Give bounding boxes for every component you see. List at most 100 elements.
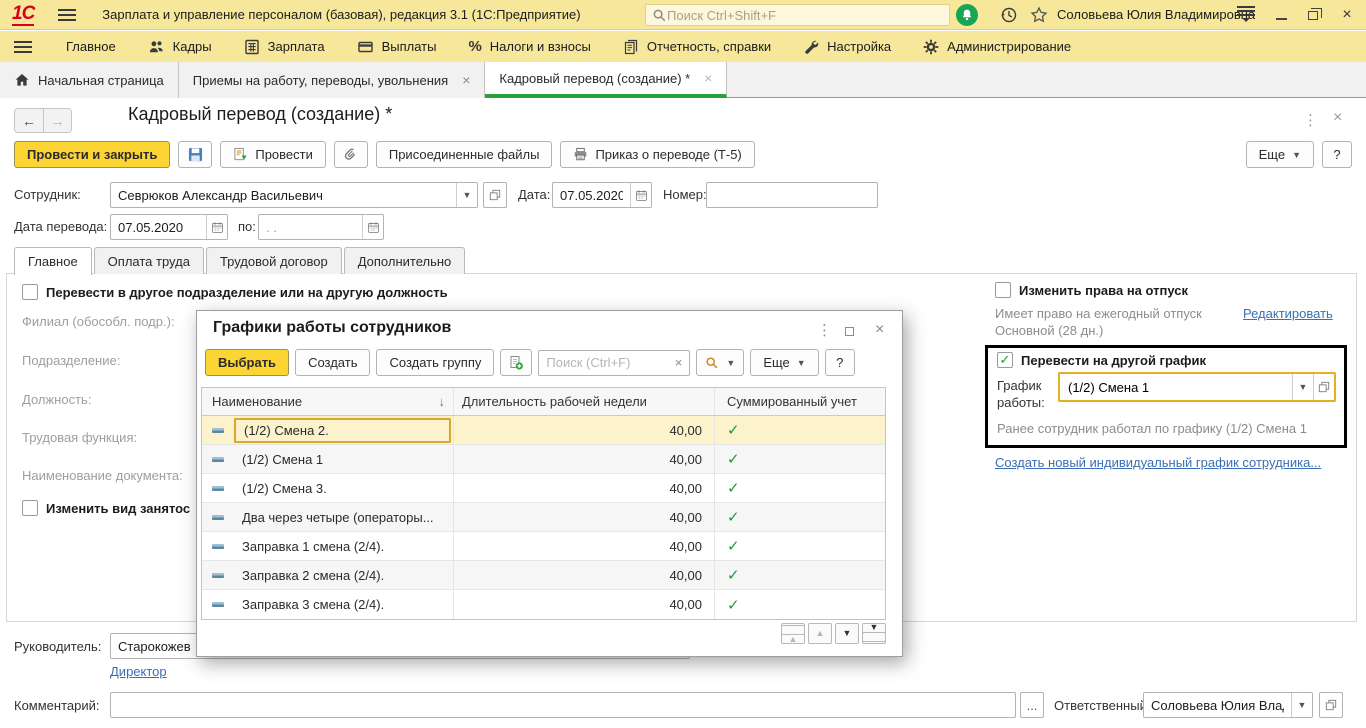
main-menu-icon[interactable] [58,9,76,21]
copy-item-button[interactable] [500,349,532,376]
form-more-dots-icon[interactable]: ⋮ [1303,111,1318,129]
comment-more-button[interactable]: ... [1020,692,1044,718]
transfer-calendar-icon[interactable] [206,215,227,239]
attach-button[interactable] [334,141,368,168]
notifications-icon[interactable] [956,4,978,26]
dialog-close-icon[interactable]: × [875,321,884,339]
table-row[interactable]: Заправка 1 смена (2/4). 40,00 ✓ [202,532,885,561]
to-date-input[interactable] [259,215,362,239]
search-options-button[interactable]: ▼ [696,349,744,376]
global-search-input[interactable] [667,8,943,23]
responsible-label: Ответственный: [1054,698,1150,713]
close-tab-icon[interactable]: × [462,72,470,88]
vacation-rights-checkbox[interactable] [995,282,1011,298]
menu-kadry[interactable]: Кадры [132,31,228,62]
tab-priemy-perevody[interactable]: Приемы на работу, переводы, увольнения × [179,62,486,98]
menu-nalogi[interactable]: % Налоги и взносы [452,31,606,62]
create-individual-schedule-link[interactable]: Создать новый индивидуальный график сотр… [995,455,1321,470]
column-name[interactable]: Наименование↓ [202,388,454,415]
transfer-order-button[interactable]: Приказ о переводе (Т-5) [560,141,754,168]
form-close-icon[interactable]: × [1333,109,1342,127]
cell-name: Заправка 1 смена (2/4). [234,534,451,559]
dialog-more-dots-icon[interactable]: ⋮ [817,321,832,339]
comment-input[interactable] [111,693,1015,717]
cell-week: 40,00 [454,503,715,531]
responsible-open-icon[interactable] [1319,692,1343,718]
go-up-button[interactable]: ▲ [808,623,832,644]
employee-input[interactable] [111,183,456,207]
work-schedule-open-icon[interactable] [1313,374,1334,400]
go-first-button[interactable]: ▲ [781,623,805,644]
select-button[interactable]: Выбрать [205,349,289,376]
number-input[interactable] [707,183,877,207]
favorites-star-icon[interactable] [1027,3,1051,27]
to-calendar-icon[interactable] [362,215,383,239]
menu-label: Выплаты [382,39,437,54]
post-button[interactable]: Провести [220,141,326,168]
go-down-button[interactable]: ▼ [835,623,859,644]
clear-search-icon[interactable]: × [672,355,686,370]
menu-otchetnost[interactable]: Отчетность, справки [607,31,787,62]
tab-kadrovyi-perevod[interactable]: Кадровый перевод (создание) * × [485,62,727,98]
manager-position-link[interactable]: Директор [110,664,167,679]
table-row[interactable]: (1/2) Смена 3. 40,00 ✓ [202,474,885,503]
page-tab-oplata-truda[interactable]: Оплата труда [94,247,204,274]
responsible-dropdown-icon[interactable]: ▼ [1291,693,1312,717]
tab-home[interactable]: Начальная страница [0,62,179,98]
dialog-more-button[interactable]: Еще▼ [750,349,818,376]
table-row[interactable]: Заправка 2 смена (2/4). 40,00 ✓ [202,561,885,590]
service-menu-icon[interactable] [1237,6,1255,22]
menu-label: Главное [66,39,116,54]
page-tab-trudovoy-dogovor[interactable]: Трудовой договор [206,247,342,274]
close-app-button[interactable]: × [1334,0,1360,30]
table-row[interactable]: Заправка 3 смена (2/4). 40,00 ✓ [202,590,885,619]
current-user[interactable]: Соловьева Юлия Владимировна [1057,7,1255,22]
date-input[interactable] [553,183,630,207]
table-row[interactable]: (1/2) Смена 2. 40,00 ✓ [202,416,885,445]
go-last-button[interactable]: ▼ [862,623,886,644]
employee-open-icon[interactable] [483,182,507,208]
column-summarized[interactable]: Суммированный учет [715,388,885,415]
work-schedule-dropdown-icon[interactable]: ▼ [1292,374,1313,400]
form-more-button[interactable]: Еще▼ [1246,141,1314,168]
menu-vyplaty[interactable]: Выплаты [341,31,453,62]
history-icon[interactable] [997,3,1021,27]
dialog-maximize-icon[interactable] [845,324,854,339]
department-label: Подразделение: [22,353,120,368]
create-group-button[interactable]: Создать группу [376,349,494,376]
column-week-length[interactable]: Длительность рабочей недели [454,388,715,415]
global-search[interactable] [645,4,950,26]
menu-glavnoe[interactable]: Главное [50,31,132,62]
dialog-help-button[interactable]: ? [825,349,855,376]
date-calendar-icon[interactable] [630,183,651,207]
minimize-button[interactable] [1268,0,1294,30]
dialog-toolbar: Выбрать Создать Создать группу × ▼ Еще▼ … [205,349,897,376]
checkmark-icon: ✓ [727,479,740,497]
table-row[interactable]: Два через четыре (операторы... 40,00 ✓ [202,503,885,532]
back-button[interactable]: ← [15,109,43,132]
restore-window-button[interactable] [1300,0,1326,30]
page-tab-glavnoe[interactable]: Главное [14,247,92,275]
forward-button[interactable]: → [43,109,71,132]
employee-dropdown-icon[interactable]: ▼ [456,183,477,207]
page-tab-dopolnitelno[interactable]: Дополнительно [344,247,466,274]
attached-files-button[interactable]: Присоединенные файлы [376,141,553,168]
work-schedule-input[interactable] [1060,380,1292,395]
change-schedule-checkbox[interactable]: ✓ [997,352,1013,368]
menu-nastroyka[interactable]: Настройка [787,31,907,62]
table-row[interactable]: (1/2) Смена 1 40,00 ✓ [202,445,885,474]
change-employment-checkbox[interactable] [22,500,38,516]
close-tab-icon[interactable]: × [704,70,712,86]
save-button[interactable] [178,141,212,168]
sections-panel-icon[interactable] [14,41,32,53]
menu-zarplata[interactable]: Зарплата [228,31,341,62]
edit-vacation-link[interactable]: Редактировать [1243,306,1333,321]
responsible-input[interactable] [1144,693,1291,717]
help-button[interactable]: ? [1322,141,1352,168]
post-and-close-button[interactable]: Провести и закрыть [14,141,170,168]
create-button[interactable]: Создать [295,349,370,376]
transfer-department-checkbox[interactable] [22,284,38,300]
dialog-search-input[interactable] [546,355,671,370]
menu-administrirovanie[interactable]: Администрирование [907,31,1087,62]
transfer-date-input[interactable] [111,215,206,239]
